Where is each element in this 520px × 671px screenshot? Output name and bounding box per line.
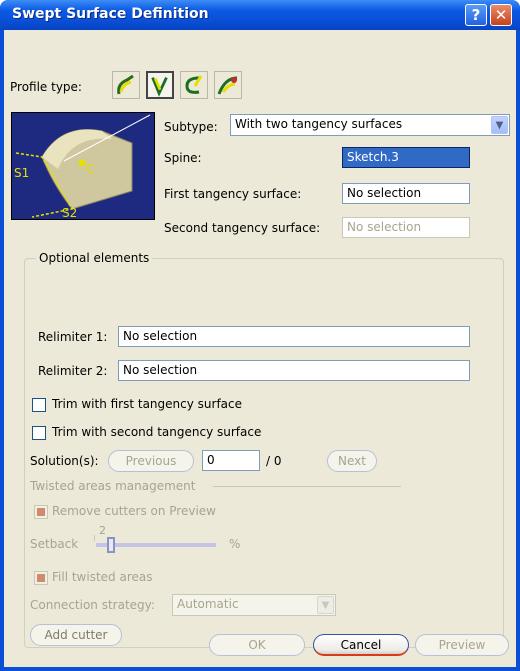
dialog-body: Profile type: S1 C S2 Subtype: With two … [4, 30, 516, 667]
trim-first-label: Trim with first tangency surface [52, 397, 243, 411]
setback-unit: % [229, 537, 241, 551]
trim-second-label: Trim with second tangency surface [52, 425, 262, 439]
setback-slider[interactable] [94, 519, 216, 559]
cancel-button[interactable]: Cancel [313, 634, 409, 656]
dialog-window: Swept Surface Definition ? ✕ Profile typ… [0, 0, 520, 671]
connection-strategy-value: Automatic [177, 597, 239, 611]
next-solution-button[interactable]: Next [327, 450, 377, 472]
dialog-title: Swept Surface Definition [12, 6, 209, 22]
subtype-value: With two tangency surfaces [235, 117, 403, 131]
chevron-down-icon[interactable]: ▼ [317, 596, 334, 614]
add-cutter-button[interactable]: Add cutter [30, 624, 122, 646]
subtype-label: Subtype: [164, 120, 218, 134]
remove-cutters-checkbox[interactable] [34, 505, 48, 519]
trim-first-checkbox[interactable] [32, 398, 46, 412]
swept-surface-preview-image: S1 C S2 [11, 112, 155, 220]
solution-index-field[interactable]: 0 [202, 450, 260, 471]
twisted-areas-divider [213, 486, 401, 487]
relimiter1-field[interactable]: No selection [118, 326, 470, 347]
ok-button[interactable]: OK [209, 634, 305, 656]
preview-label-s2: S2 [62, 206, 77, 219]
first-tangency-label: First tangency surface: [164, 187, 302, 201]
second-tangency-field[interactable]: No selection [342, 217, 470, 238]
solution-total: / 0 [266, 454, 282, 468]
profile-type-toolbar [112, 68, 250, 104]
fill-twisted-checkbox[interactable] [34, 571, 48, 585]
twisted-areas-legend: Twisted areas management [30, 479, 196, 493]
solutions-label: Solution(s): [30, 454, 99, 468]
subtype-select[interactable]: With two tangency surfaces ▼ [230, 114, 510, 136]
profile-type-line-icon[interactable] [146, 71, 174, 99]
connection-strategy-label: Connection strategy: [30, 598, 155, 612]
connection-strategy-select[interactable]: Automatic ▼ [172, 594, 336, 616]
preview-button[interactable]: Preview [415, 634, 509, 656]
close-button[interactable]: ✕ [490, 4, 512, 26]
spine-field[interactable]: Sketch.3 [342, 147, 470, 168]
chevron-down-icon[interactable]: ▼ [491, 116, 508, 134]
trim-second-checkbox[interactable] [32, 426, 46, 440]
first-tangency-field[interactable]: No selection [342, 183, 470, 204]
relimiter2-label: Relimiter 2: [38, 364, 108, 378]
preview-label-c: C [86, 162, 94, 176]
previous-solution-button[interactable]: Previous [108, 450, 194, 472]
help-button[interactable]: ? [465, 4, 487, 26]
title-bar[interactable]: Swept Surface Definition ? ✕ [0, 0, 520, 30]
profile-type-label: Profile type: [10, 80, 82, 94]
second-tangency-label: Second tangency surface: [164, 221, 321, 235]
spine-label: Spine: [164, 151, 202, 165]
relimiter1-label: Relimiter 1: [38, 330, 108, 344]
profile-type-explicit-icon[interactable] [112, 71, 140, 99]
profile-type-circle-icon[interactable] [180, 71, 208, 99]
preview-label-s1: S1 [14, 166, 29, 180]
profile-type-conic-icon[interactable] [214, 71, 242, 99]
remove-cutters-label: Remove cutters on Preview [52, 504, 216, 518]
optional-elements-legend: Optional elements [36, 251, 153, 265]
optional-elements-group [24, 258, 504, 648]
relimiter2-field[interactable]: No selection [118, 360, 470, 381]
fill-twisted-label: Fill twisted areas [52, 570, 153, 584]
setback-label: Setback [30, 537, 79, 551]
setback-slider-thumb[interactable] [107, 537, 115, 553]
